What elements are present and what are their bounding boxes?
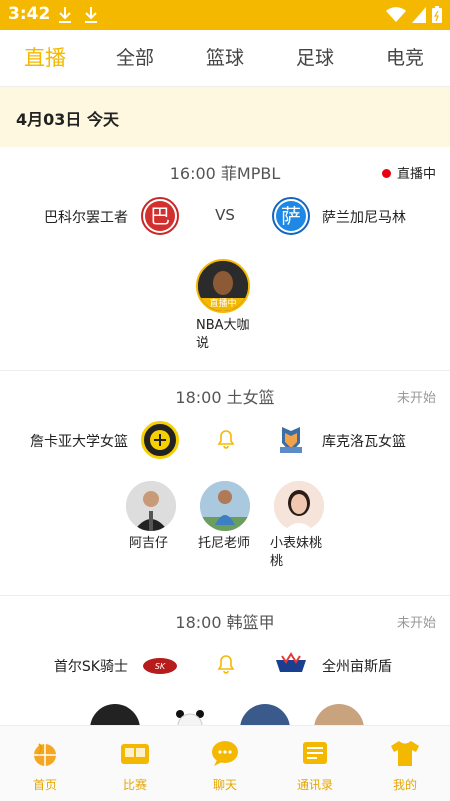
match-status: 未开始: [396, 616, 436, 631]
anchor-item[interactable]: 阿吉仔: [124, 481, 184, 553]
away-logo-char: 萨: [276, 201, 306, 231]
chat-icon: [212, 741, 238, 766]
avatar-image: [200, 481, 250, 531]
match-time-league: 18:00 韩篮甲: [175, 613, 275, 632]
anchor-avatar: [314, 704, 364, 725]
category-tabs: 直播 全部 篮球 足球 电竞: [0, 30, 450, 87]
match-list: 16:00 菲MPBL 直播中 巴科尔罢工者 巴 VS 萨 萨兰加尼马林 直播中…: [0, 147, 450, 725]
anchor-item[interactable]: 托尼老师: [198, 481, 258, 553]
download-icon: [85, 7, 97, 23]
scoreboard-icon: [121, 744, 149, 764]
anchor-item[interactable]: 小表妹桃桃: [270, 481, 330, 571]
jersey-icon: [391, 741, 419, 766]
nav-label: 我的: [392, 778, 417, 792]
tab-live[interactable]: 直播: [0, 30, 90, 86]
match-card[interactable]: 18:00 土女篮 未开始 詹卡亚大学女篮 库克洛瓦女篮 阿吉仔 托尼老师 小表…: [0, 371, 450, 596]
signal-icon: [412, 6, 426, 23]
anchor-avatar: [274, 481, 324, 531]
away-team-name: 萨兰加尼马林: [322, 210, 406, 226]
anchor-avatar: [200, 481, 250, 531]
home-team-logo: SK: [141, 646, 179, 684]
nav-match[interactable]: 比赛: [90, 726, 180, 801]
team-logo-emblem: [280, 427, 302, 453]
match-time-league: 18:00 土女篮: [175, 388, 275, 407]
anchor-avatar: [90, 704, 140, 725]
anchor-name: NBA大咖说: [196, 318, 250, 351]
home-team-name: 詹卡亚大学女篮: [30, 434, 128, 450]
nav-home[interactable]: 首页: [0, 726, 90, 801]
tab-football[interactable]: 足球: [270, 30, 360, 86]
date-header: 4月03日 今天: [0, 87, 450, 147]
match-status-label: 直播中: [396, 167, 436, 182]
live-dot-icon: [381, 169, 391, 178]
bell-icon[interactable]: [217, 654, 235, 674]
away-team-name: 库克洛瓦女篮: [322, 434, 406, 450]
nav-chat[interactable]: 聊天: [180, 726, 270, 801]
tab-esports[interactable]: 电竞: [360, 30, 450, 86]
away-team-logo: 萨: [272, 197, 310, 235]
avatar-image: [126, 481, 176, 531]
match-status: 直播中: [381, 163, 436, 182]
team-logo-emblem: [276, 652, 306, 672]
anchor-item[interactable]: 24 直播中 NBA大咖说: [196, 259, 256, 353]
home-team-name: 首尔SK骑士: [53, 659, 128, 675]
anchor-name: 阿吉仔: [129, 536, 169, 551]
team-logo-emblem: SK: [143, 658, 177, 674]
away-team-name: 全州亩斯盾: [322, 659, 392, 675]
svg-text:SK: SK: [155, 662, 166, 671]
download-icon: [59, 7, 71, 23]
match-card[interactable]: 18:00 韩篮甲 未开始 首尔SK骑士 SK 全州亩斯盾: [0, 596, 450, 725]
nav-me[interactable]: 我的: [360, 726, 450, 801]
anchor-item[interactable]: [163, 704, 223, 725]
avatar-image: [274, 481, 324, 531]
team-logo-emblem: [150, 430, 170, 450]
tab-basketball[interactable]: 篮球: [180, 30, 270, 86]
nav-label: 首页: [32, 778, 57, 792]
live-badge: 直播中: [198, 298, 248, 311]
away-team-logo: [272, 421, 310, 459]
status-bar: 3:42: [0, 0, 450, 30]
anchor-item[interactable]: [312, 704, 372, 725]
tab-all[interactable]: 全部: [90, 30, 180, 86]
anchor-avatar: [240, 704, 290, 725]
nav-label: 通讯录: [296, 778, 333, 792]
anchor-avatar: [126, 481, 176, 531]
anchor-name: 托尼老师: [198, 536, 251, 551]
anchor-avatar: [165, 704, 215, 725]
anchor-item[interactable]: [238, 704, 298, 725]
battery-icon: [432, 6, 442, 23]
basketball-icon: [34, 743, 56, 766]
contacts-icon: [303, 742, 327, 764]
home-team-logo: [141, 421, 179, 459]
bottom-nav: 首页 比赛 聊天 通讯录 我的: [0, 725, 450, 801]
anchor-item[interactable]: [88, 704, 148, 725]
anchor-avatar: 24 直播中: [196, 259, 250, 313]
anchor-name: 小表妹桃桃: [270, 536, 323, 569]
match-status: 未开始: [396, 391, 436, 406]
bell-icon[interactable]: [217, 429, 235, 449]
nav-label: 聊天: [212, 778, 237, 792]
date-label: 4月03日 今天: [16, 110, 119, 129]
wifi-icon: [386, 6, 406, 22]
nav-label: 比赛: [122, 778, 147, 792]
match-card[interactable]: 16:00 菲MPBL 直播中 巴科尔罢工者 巴 VS 萨 萨兰加尼马林 直播中…: [0, 147, 450, 371]
status-time: 3:42: [8, 4, 51, 24]
nav-contacts[interactable]: 通讯录: [270, 726, 360, 801]
panda-avatar-image: [176, 710, 204, 725]
away-team-logo: [272, 646, 310, 684]
